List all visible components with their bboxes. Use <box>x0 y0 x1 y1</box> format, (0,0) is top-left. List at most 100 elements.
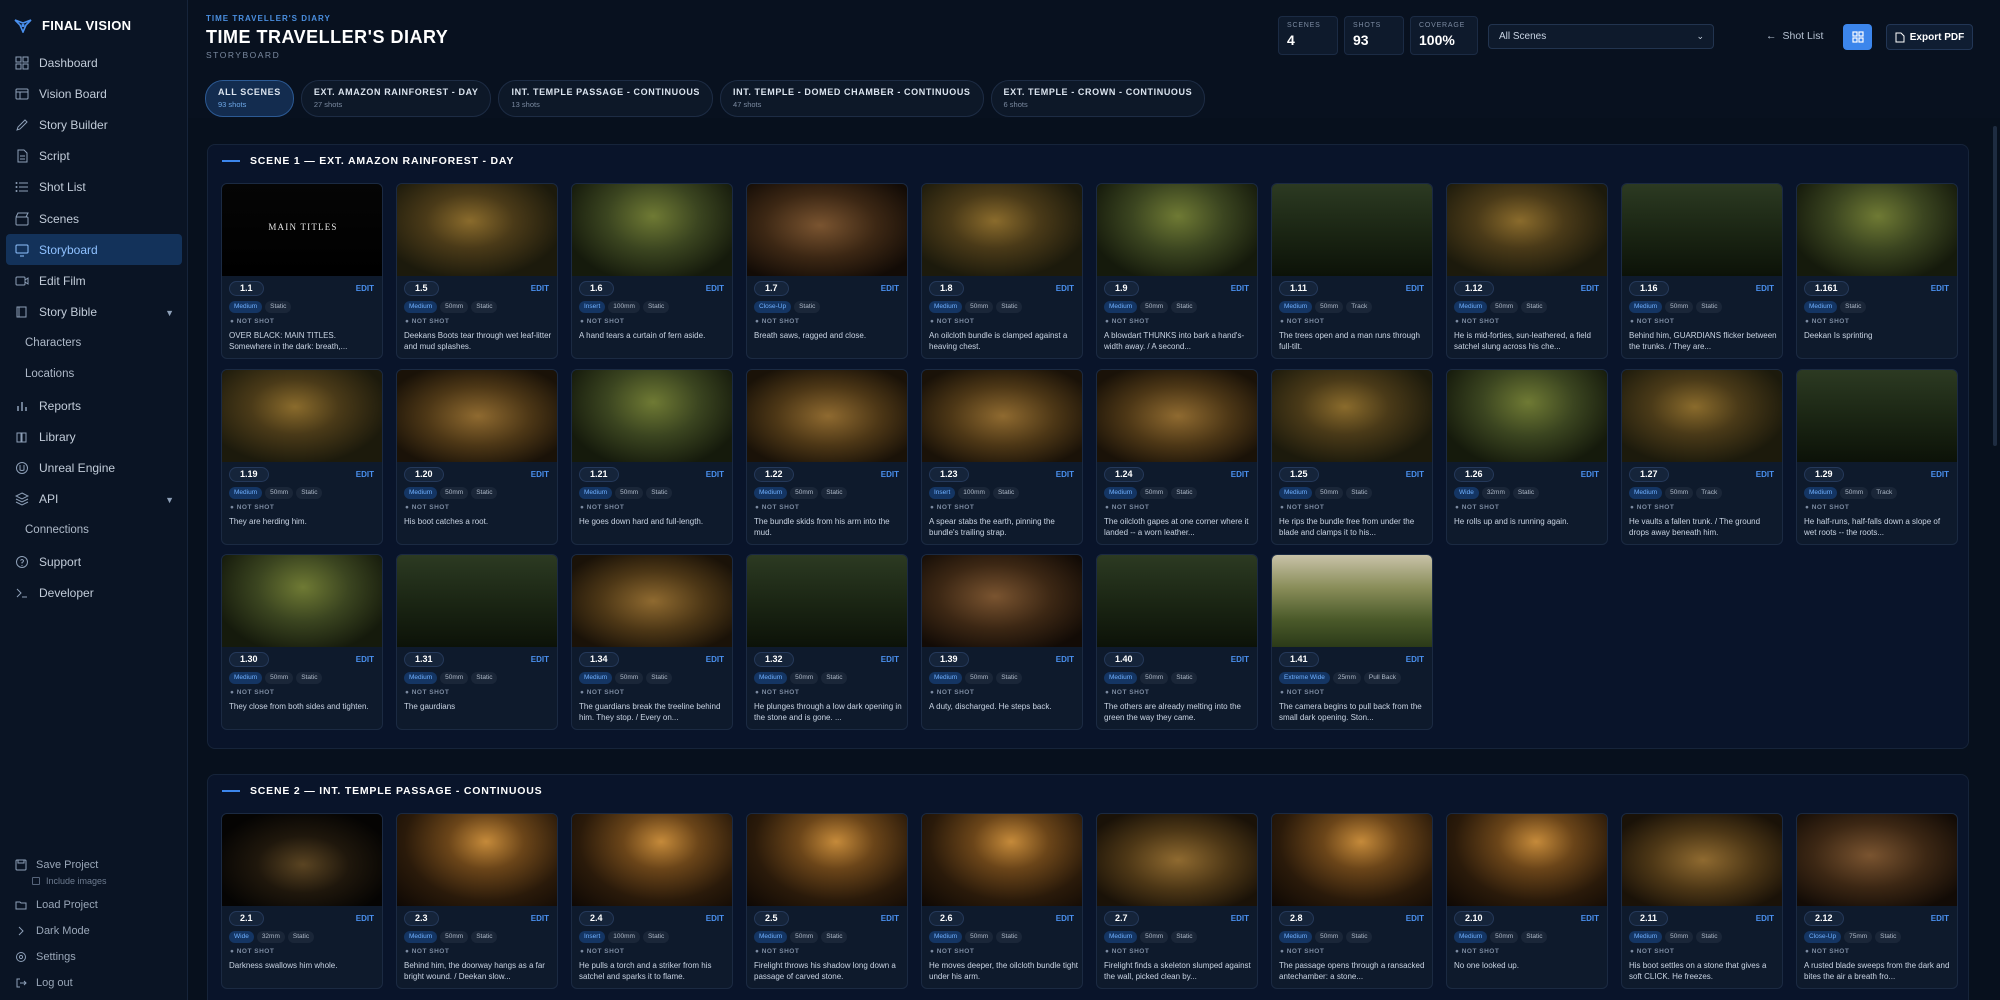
shot-thumbnail[interactable] <box>1097 814 1257 906</box>
shot-thumbnail[interactable] <box>397 555 557 647</box>
shot-thumbnail[interactable] <box>922 814 1082 906</box>
shot-thumbnail[interactable] <box>922 184 1082 276</box>
shot-thumbnail[interactable] <box>1622 184 1782 276</box>
shot-card[interactable]: 1.40 EDIT Medium 50mm Static ● NOT SHOT The ot… <box>1096 554 1258 730</box>
edit-shot-button[interactable]: EDIT <box>1231 284 1249 293</box>
edit-shot-button[interactable]: EDIT <box>1406 470 1424 479</box>
export-pdf-button[interactable]: Export PDF <box>1886 24 1973 50</box>
shot-thumbnail[interactable] <box>1272 369 1432 462</box>
shot-thumbnail[interactable] <box>572 555 732 647</box>
sidebar-item-storyboard[interactable]: Storyboard <box>6 234 182 266</box>
shot-thumbnail[interactable] <box>1622 369 1782 462</box>
shot-card[interactable]: 1.161 EDIT Medium Static ● NOT SHOT Deekan Is… <box>1796 183 1958 359</box>
sidebar-item-story-bible[interactable]: Story Bible ▼ <box>6 297 182 328</box>
shot-thumbnail[interactable] <box>1447 814 1607 906</box>
scrollbar[interactable] <box>1993 126 1997 446</box>
shot-card[interactable]: 1.30 EDIT Medium 50mm Static ● NOT SHOT They c… <box>221 554 383 730</box>
sidebar-item-shot-list[interactable]: Shot List <box>6 172 182 203</box>
shot-card[interactable]: 1.19 EDIT Medium 50mm Static ● NOT SHOT They a… <box>221 368 383 545</box>
sidebar-item-library[interactable]: Library <box>6 421 182 452</box>
sidebar-item-vision-board[interactable]: Vision Board <box>6 78 182 109</box>
edit-shot-button[interactable]: EDIT <box>1931 470 1949 479</box>
shot-card[interactable]: 2.1 EDIT Wide 32mm Static ● NOT SHOT Darkness … <box>221 813 383 989</box>
shot-thumbnail[interactable] <box>1272 184 1432 276</box>
scene-filter-pill[interactable]: INT. TEMPLE - DOMED CHAMBER - CONTINUOUS… <box>720 80 984 117</box>
sidebar-item-edit-film[interactable]: Edit Film <box>6 265 182 296</box>
app-logo[interactable]: FINAL VISION <box>14 18 131 33</box>
shot-thumbnail[interactable] <box>572 184 732 276</box>
shot-card[interactable]: 1.34 EDIT Medium 50mm Static ● NOT SHOT The gu… <box>571 554 733 730</box>
shot-thumbnail[interactable] <box>1797 369 1957 462</box>
edit-shot-button[interactable]: EDIT <box>1931 284 1949 293</box>
shot-card[interactable]: 1.8 EDIT Medium 50mm Static ● NOT SHOT An oilc… <box>921 183 1083 359</box>
edit-shot-button[interactable]: EDIT <box>1581 284 1599 293</box>
shot-card[interactable]: 1.22 EDIT Medium 50mm Static ● NOT SHOT The bu… <box>746 368 908 545</box>
edit-shot-button[interactable]: EDIT <box>881 655 899 664</box>
shot-thumbnail[interactable] <box>572 369 732 462</box>
scene-filter-pill[interactable]: ALL SCENES 93 shots <box>205 80 294 117</box>
edit-shot-button[interactable]: EDIT <box>1756 914 1774 923</box>
shot-card[interactable]: 2.3 EDIT Medium 50mm Static ● NOT SHOT Behind … <box>396 813 558 989</box>
shot-thumbnail[interactable] <box>922 555 1082 647</box>
shot-list-link[interactable]: ← Shot List <box>1766 30 1823 42</box>
shot-card[interactable]: 1.16 EDIT Medium 50mm Static ● NOT SHOT Behind… <box>1621 183 1783 359</box>
shot-thumbnail[interactable] <box>397 814 557 906</box>
shot-thumbnail[interactable] <box>1447 369 1607 462</box>
shot-thumbnail[interactable] <box>1097 184 1257 276</box>
sidebar-item-developer[interactable]: Developer <box>6 577 182 608</box>
shot-card[interactable]: 1.25 EDIT Medium 50mm Static ● NOT SHOT He rip… <box>1271 368 1433 545</box>
edit-shot-button[interactable]: EDIT <box>1406 655 1424 664</box>
shot-card[interactable]: 2.6 EDIT Medium 50mm Static ● NOT SHOT He move… <box>921 813 1083 989</box>
grid-view-button[interactable] <box>1843 24 1872 50</box>
edit-shot-button[interactable]: EDIT <box>531 655 549 664</box>
shot-card[interactable]: 1.41 EDIT Extreme Wide 25mm Pull Back ● NOT S… <box>1271 554 1433 730</box>
shot-thumbnail[interactable] <box>1272 555 1432 647</box>
edit-shot-button[interactable]: EDIT <box>1056 470 1074 479</box>
sidebar-item-script[interactable]: Script <box>6 141 182 172</box>
edit-shot-button[interactable]: EDIT <box>531 470 549 479</box>
shot-thumbnail[interactable] <box>1797 184 1957 276</box>
edit-shot-button[interactable]: EDIT <box>531 914 549 923</box>
shot-card[interactable]: 1.29 EDIT Medium 50mm Track ● NOT SHOT He half… <box>1796 368 1958 545</box>
shot-card[interactable]: 2.4 EDIT Insert 100mm Static ● NOT SHOT He pul… <box>571 813 733 989</box>
sidebar-item-locations[interactable]: Locations <box>6 359 182 390</box>
shot-thumbnail[interactable] <box>397 369 557 462</box>
shot-card[interactable]: 1.24 EDIT Medium 50mm Static ● NOT SHOT The oi… <box>1096 368 1258 545</box>
scene-filter-select[interactable]: All Scenes ⌄ <box>1488 24 1714 49</box>
sidebar-item-story-builder[interactable]: Story Builder <box>6 109 182 140</box>
shot-card[interactable]: 2.12 EDIT Close-Up 75mm Static ● NOT SHOT A ru… <box>1796 813 1958 989</box>
edit-shot-button[interactable]: EDIT <box>1931 914 1949 923</box>
shot-card[interactable]: 1.12 EDIT Medium 50mm Static ● NOT SHOT He is … <box>1446 183 1608 359</box>
shot-card[interactable]: 2.11 EDIT Medium 50mm Static ● NOT SHOT His bo… <box>1621 813 1783 989</box>
shot-card[interactable]: 2.7 EDIT Medium 50mm Static ● NOT SHOT Firelig… <box>1096 813 1258 989</box>
scene-filter-pill[interactable]: INT. TEMPLE PASSAGE - CONTINUOUS 13 shots <box>498 80 714 117</box>
edit-shot-button[interactable]: EDIT <box>356 470 374 479</box>
shot-card[interactable]: 1.23 EDIT Insert 100mm Static ● NOT SHOT A spe… <box>921 368 1083 545</box>
shot-card[interactable]: 1.11 EDIT Medium 50mm Track ● NOT SHOT The tre… <box>1271 183 1433 359</box>
load-project-button[interactable]: Load Project <box>6 892 182 918</box>
caret-down-icon[interactable]: ▼ <box>165 308 174 318</box>
shot-card[interactable]: 1.9 EDIT Medium 50mm Static ● NOT SHOT A blowd… <box>1096 183 1258 359</box>
shot-card[interactable]: 1.7 EDIT Close-Up Static ● NOT SHOT Breath sa… <box>746 183 908 359</box>
sidebar-item-api[interactable]: API ▼ <box>6 484 182 515</box>
edit-shot-button[interactable]: EDIT <box>881 914 899 923</box>
shot-thumbnail[interactable] <box>222 555 382 647</box>
shot-card[interactable]: 2.8 EDIT Medium 50mm Static ● NOT SHOT The pas… <box>1271 813 1433 989</box>
sidebar-item-reports[interactable]: Reports <box>6 390 182 421</box>
edit-shot-button[interactable]: EDIT <box>1056 914 1074 923</box>
shot-thumbnail[interactable] <box>572 814 732 906</box>
shot-thumbnail[interactable] <box>222 369 382 462</box>
sidebar-item-connections[interactable]: Connections <box>6 515 182 546</box>
edit-shot-button[interactable]: EDIT <box>531 284 549 293</box>
edit-shot-button[interactable]: EDIT <box>706 914 724 923</box>
edit-shot-button[interactable]: EDIT <box>706 470 724 479</box>
edit-shot-button[interactable]: EDIT <box>1056 655 1074 664</box>
edit-shot-button[interactable]: EDIT <box>1756 470 1774 479</box>
shot-card[interactable]: 1.39 EDIT Medium 50mm Static ● NOT SHOT A duty… <box>921 554 1083 730</box>
edit-shot-button[interactable]: EDIT <box>1056 284 1074 293</box>
shot-card[interactable]: 1.20 EDIT Medium 50mm Static ● NOT SHOT His bo… <box>396 368 558 545</box>
edit-shot-button[interactable]: EDIT <box>1231 914 1249 923</box>
shot-thumbnail[interactable] <box>397 184 557 276</box>
shot-card[interactable]: 1.32 EDIT Medium 50mm Static ● NOT SHOT He plu… <box>746 554 908 730</box>
edit-shot-button[interactable]: EDIT <box>1581 470 1599 479</box>
